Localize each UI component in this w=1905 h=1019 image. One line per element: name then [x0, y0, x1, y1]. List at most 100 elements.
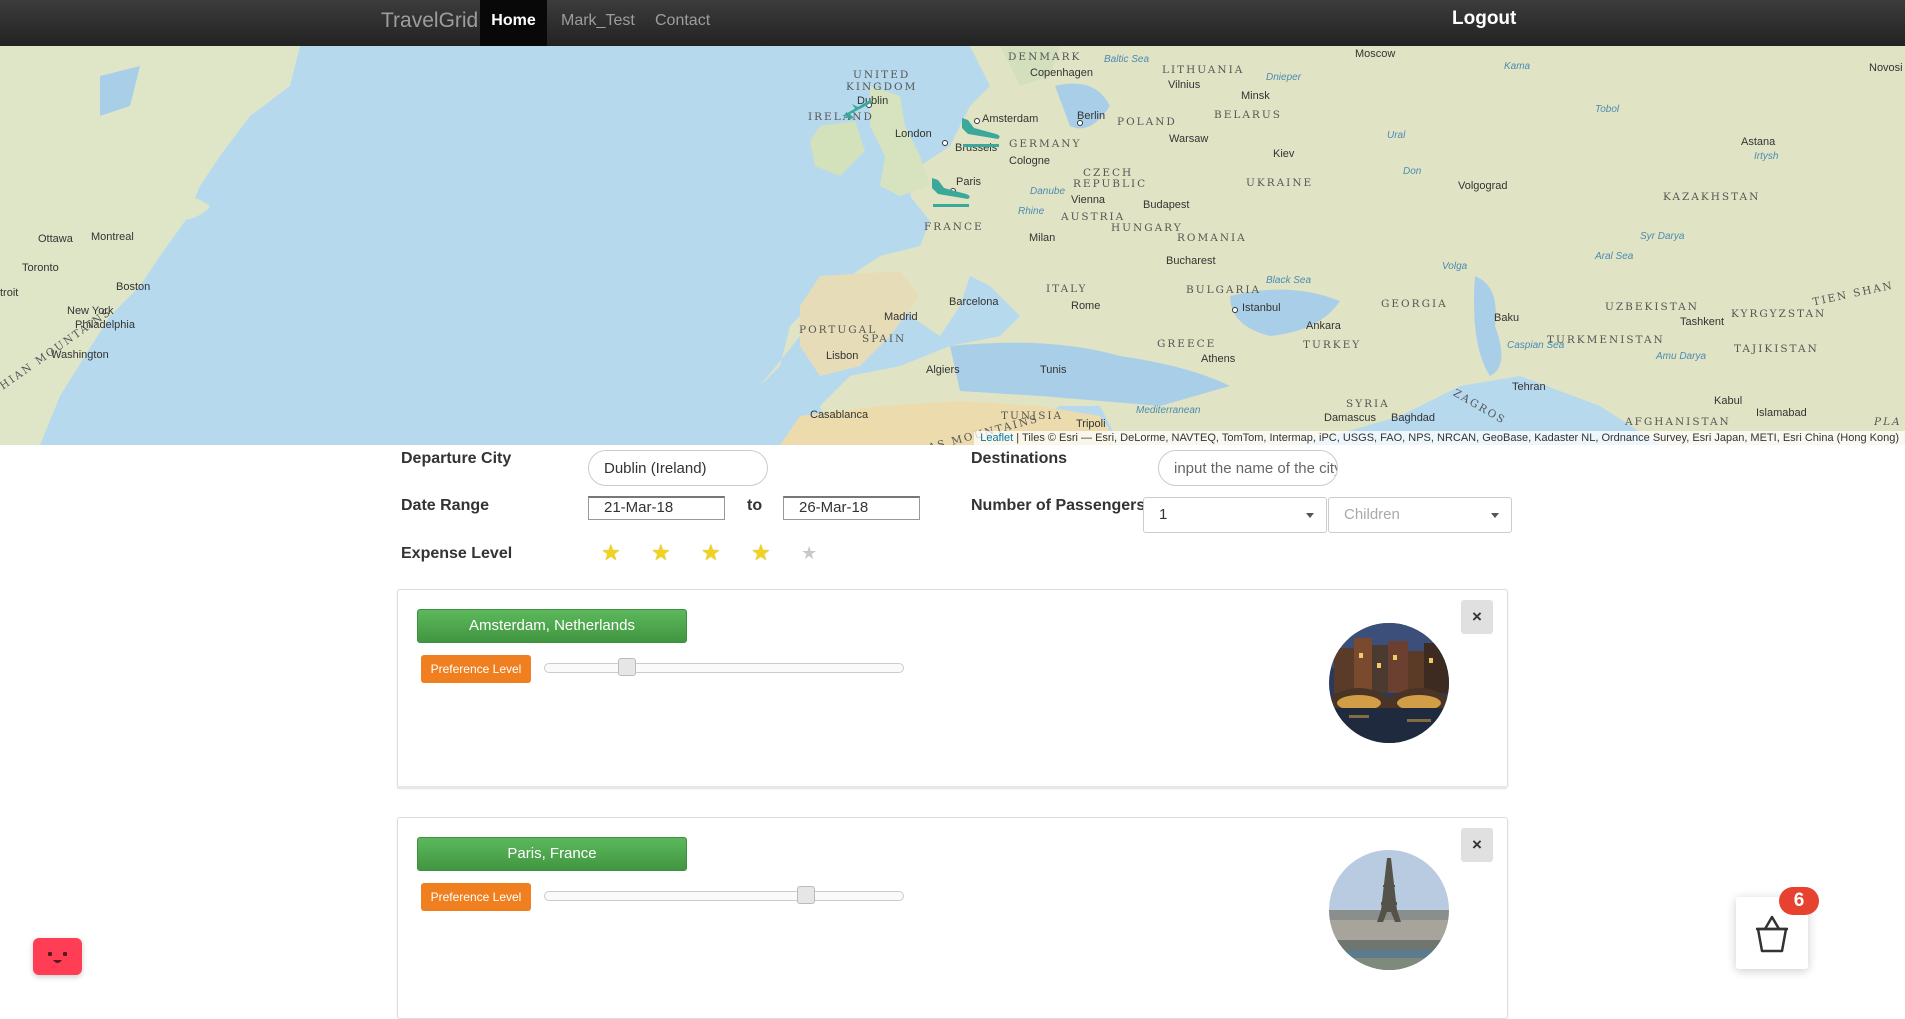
map-water-label: Volga	[1442, 261, 1468, 272]
card-divider	[397, 786, 1506, 789]
nav-home[interactable]: Home	[480, 0, 547, 46]
route-map[interactable]: DENMARK LITHUANIA BELARUS POLAND UNITED …	[0, 46, 1905, 445]
chevron-down-icon	[1491, 513, 1499, 518]
map-water-label: Mediterranean	[1136, 405, 1201, 416]
expense-level-label: Expense Level	[401, 545, 513, 562]
map-country-label: UZBEKISTAN	[1605, 301, 1699, 313]
expense-star-icon[interactable]: ★	[701, 542, 721, 564]
map-country-label: SYRIA	[1346, 398, 1390, 410]
map-city-label: Baghdad	[1391, 412, 1436, 424]
map-country-label: KYRGYZSTAN	[1731, 308, 1827, 320]
map-country-label: AFGHANISTAN	[1625, 416, 1731, 428]
map-city-label: Vilnius	[1168, 79, 1201, 91]
leaflet-link[interactable]: Leaflet	[980, 432, 1013, 444]
map-city-label: Madrid	[884, 311, 918, 323]
map-water-label: Rhine	[1018, 206, 1045, 217]
slider-handle[interactable]	[797, 886, 816, 904]
map-city-label: Copenhagen	[1030, 67, 1094, 79]
passengers-label: Number of Passengers	[971, 497, 1146, 514]
map-city-label: Athens	[1201, 353, 1236, 365]
chatbot-button[interactable]	[33, 938, 82, 975]
map-country-label: SPAIN	[862, 333, 907, 345]
map-country-label: GREECE	[1157, 338, 1217, 350]
map-country-label: FRANCE	[924, 221, 984, 233]
map-city-label: Philadelphia	[75, 319, 135, 331]
destination-card: Amsterdam, Netherlands Preference Level …	[397, 589, 1508, 788]
nav-mark-test[interactable]: Mark_Test	[561, 0, 635, 46]
destination-card: Paris, France Preference Level ×	[397, 817, 1508, 1019]
preference-level-badge: Preference Level	[421, 883, 531, 911]
map-country-label: POLAND	[1117, 116, 1177, 128]
map-attribution: Leaflet | Tiles © Esri — Esri, DeLorme, …	[974, 431, 1905, 445]
expense-star-icon[interactable]: ★	[651, 542, 671, 564]
map-water-label: Ural	[1387, 130, 1406, 141]
map-city-label: Tehran	[1512, 381, 1546, 393]
map-country-label: KAZAKHSTAN	[1663, 191, 1761, 203]
slider-handle[interactable]	[618, 658, 637, 676]
map-city-label: Casablanca	[810, 409, 869, 421]
date-from-input[interactable]: 21-Mar-18	[588, 496, 725, 520]
remove-destination-button[interactable]: ×	[1461, 600, 1493, 634]
map-country-label: BULGARIA	[1186, 284, 1262, 296]
map-country-label: BELARUS	[1214, 109, 1282, 121]
cart-count-badge: 6	[1779, 887, 1819, 915]
adults-select[interactable]: 1	[1143, 497, 1327, 533]
map-city-label: Damascus	[1324, 412, 1376, 424]
remove-destination-button[interactable]: ×	[1461, 828, 1493, 862]
map-city-label: Moscow	[1355, 48, 1396, 60]
logout-link[interactable]: Logout	[1452, 0, 1516, 46]
destinations-input[interactable]: input the name of the city	[1158, 450, 1338, 486]
expense-star-icon[interactable]: ★	[801, 542, 817, 564]
map-water-label: Irtysh	[1754, 151, 1779, 162]
map-water-label: Tobol	[1595, 104, 1620, 115]
map-country-label: UKRAINE	[1246, 177, 1314, 189]
expense-star-icon[interactable]: ★	[751, 542, 771, 564]
departure-city-label: Departure City	[401, 450, 512, 467]
children-select[interactable]: Children	[1328, 497, 1512, 533]
preference-slider[interactable]	[544, 886, 904, 904]
map-city-label: Milan	[1029, 232, 1056, 244]
map-water-label: Syr Darya	[1640, 231, 1685, 242]
map-water-label: Black Sea	[1266, 275, 1312, 286]
map-country-label: GERMANY	[1009, 138, 1082, 150]
date-to-label: to	[747, 497, 763, 514]
map-country-label: ITALY	[1046, 283, 1088, 295]
map-water-label: Kama	[1504, 61, 1531, 72]
map-country-label: TURKMENISTAN	[1547, 334, 1665, 346]
tiles-credit: | Tiles © Esri — Esri, DeLorme, NAVTEQ, …	[1013, 432, 1899, 444]
destination-name-button[interactable]: Paris, France	[417, 837, 687, 871]
expense-star-icon[interactable]: ★	[601, 542, 621, 564]
children-placeholder: Children	[1344, 506, 1400, 523]
departure-city-input[interactable]: Dublin (Ireland)	[588, 450, 768, 486]
map-city-label: Boston	[116, 281, 151, 293]
map-city-label: troit	[0, 287, 19, 299]
map-city-label: Tunis	[1040, 364, 1067, 376]
nav-contact[interactable]: Contact	[655, 0, 710, 46]
date-range-label: Date Range	[401, 497, 490, 514]
date-to-input[interactable]: 26-Mar-18	[783, 496, 920, 520]
map-city-label: Montreal	[91, 231, 134, 243]
map-country-label: DENMARK	[1008, 51, 1082, 63]
map-city-label: Ottawa	[38, 233, 73, 245]
map-city-label: Budapest	[1143, 199, 1190, 211]
brand-logo[interactable]: TravelGrid	[381, 0, 478, 46]
preference-level-badge: Preference Level	[421, 655, 531, 683]
map-water-label: Dnieper	[1266, 72, 1302, 83]
map-country-label: TURKEY	[1303, 339, 1362, 351]
adults-value: 1	[1159, 506, 1168, 523]
top-navbar: TravelGrid Home Mark_Test Contact Logout	[0, 0, 1905, 47]
map-country-label: LITHUANIA	[1162, 64, 1245, 76]
map-city-label: Bucharest	[1166, 255, 1216, 267]
map-country-label: PLA	[1874, 416, 1902, 428]
map-water-label: Caspian Sea	[1507, 340, 1565, 351]
map-city-label: Volgograd	[1458, 180, 1508, 192]
preference-slider[interactable]	[544, 658, 904, 676]
map-country-label: KINGDOM	[846, 81, 918, 93]
map-city-label: Tripoli	[1076, 418, 1106, 430]
map-water-label: Baltic Sea	[1104, 54, 1150, 65]
map-city-label: Tashkent	[1680, 316, 1725, 328]
map-country-label: UNITED	[853, 69, 911, 81]
map-city-label: Ankara	[1306, 320, 1341, 332]
destination-name-button[interactable]: Amsterdam, Netherlands	[417, 609, 687, 643]
map-city-label: New York	[67, 305, 114, 317]
